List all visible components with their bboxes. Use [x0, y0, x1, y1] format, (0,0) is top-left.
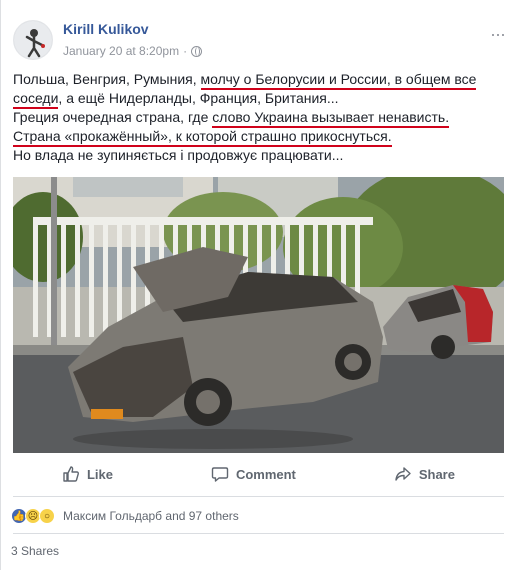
post-header: Kirill Kulikov January 20 at 8:20pm · ··… [13, 14, 513, 62]
divider [13, 533, 504, 534]
post-actions: Like Comment Share [13, 458, 504, 490]
meta-separator: · [183, 44, 188, 58]
divider [13, 496, 504, 497]
underlined-text: молчу о Белорусии и России, в общем все [200, 71, 477, 90]
like-label: Like [86, 466, 113, 482]
shares-count[interactable]: 3 Shares [11, 544, 59, 558]
underlined-text: слово Украина вызывает ненависть. [212, 109, 450, 128]
reactors-summary[interactable]: Максим Гольдарб and 97 others [63, 509, 239, 523]
globe-icon[interactable] [191, 45, 203, 57]
like-button[interactable]: Like [62, 465, 113, 483]
share-button[interactable]: Share [394, 465, 455, 483]
more-options-icon[interactable]: ··· [490, 24, 506, 45]
text-segment: , а ещё Нидерланды, Франция, Британия... [58, 90, 339, 106]
comment-button[interactable]: Comment [211, 465, 296, 483]
share-icon [395, 467, 411, 481]
burned-cars-image [13, 177, 504, 453]
author-name[interactable]: Kirill Kulikov [63, 21, 149, 37]
post-text: Польша, Венгрия, Румыния, молчу о Белору… [13, 70, 513, 165]
like-icon [63, 466, 79, 482]
post-line: Но влада не зупиняється і продовжує прац… [13, 146, 513, 165]
text-segment: Греция очередная страна, где [13, 109, 213, 125]
text-segment: Но влада не зупиняється і продовжує прац… [13, 147, 344, 163]
post-meta: January 20 at 8:20pm · [63, 44, 203, 58]
underlined-text: Страна «прокажённый», к которой страшно … [13, 128, 392, 147]
post-line: Греция очередная страна, где слово Украи… [13, 108, 513, 128]
post-line: Польша, Венгрия, Румыния, молчу о Белору… [13, 70, 513, 90]
share-label: Share [418, 466, 455, 482]
text-segment: Польша, Венгрия, Румыния, [13, 71, 201, 87]
avatar[interactable] [13, 20, 53, 60]
comment-icon [211, 467, 229, 482]
facebook-post: Kirill Kulikov January 20 at 8:20pm · ··… [0, 0, 522, 570]
underlined-text: соседи [13, 90, 59, 109]
post-photo[interactable] [13, 177, 504, 453]
post-line: Страна «прокажённый», к которой страшно … [13, 127, 513, 147]
timestamp[interactable]: January 20 at 8:20pm [63, 44, 179, 58]
comment-label: Comment [235, 466, 296, 482]
post-line: соседи, а ещё Нидерланды, Франция, Брита… [13, 89, 513, 109]
avatar-image [14, 21, 52, 59]
wow-reaction-icon: ○ [39, 508, 55, 524]
reactions-bar[interactable]: 👍 ☹ ○ Максим Гольдарб and 97 others [11, 507, 239, 525]
